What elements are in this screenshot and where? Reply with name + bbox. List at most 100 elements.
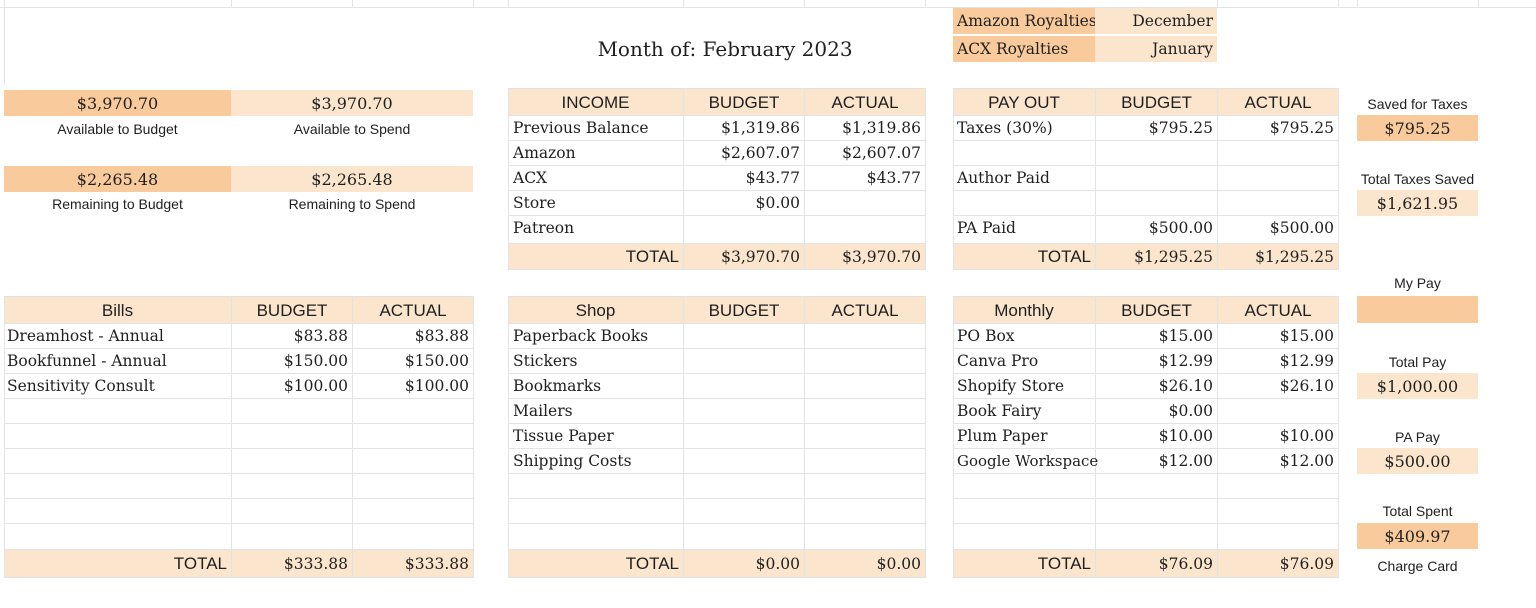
monthly-header-actual[interactable]: ACTUAL: [1218, 297, 1338, 324]
monthly-total-actual[interactable]: $76.09: [1218, 550, 1338, 577]
bills-total-label[interactable]: TOTAL: [4, 550, 231, 577]
my-pay-value[interactable]: [1357, 296, 1478, 323]
income-row-budget[interactable]: $1,319.86: [684, 116, 804, 140]
payout-total-budget[interactable]: $1,295.25: [1096, 244, 1217, 270]
bills-row-label[interactable]: [4, 424, 231, 448]
monthly-row-budget[interactable]: $12.00: [1096, 449, 1217, 473]
monthly-total-label[interactable]: TOTAL: [953, 550, 1095, 577]
shop-total-budget[interactable]: $0.00: [684, 550, 804, 577]
income-row-actual[interactable]: [805, 216, 925, 240]
bills-row-budget[interactable]: $83.88: [232, 324, 352, 348]
shop-row-label[interactable]: Bookmarks: [508, 374, 683, 398]
payout-row-label[interactable]: Author Paid: [953, 166, 1095, 190]
income-total-budget[interactable]: $3,970.70: [684, 244, 804, 270]
bills-row-label[interactable]: [4, 474, 231, 498]
bills-row-label[interactable]: Dreamhost - Annual: [4, 324, 231, 348]
payout-header-actual[interactable]: ACTUAL: [1218, 89, 1338, 116]
payout-total-label[interactable]: TOTAL: [953, 244, 1095, 270]
bills-row-label[interactable]: [4, 499, 231, 523]
total-taxes-saved-value[interactable]: $1,621.95: [1357, 190, 1478, 216]
remaining-to-budget-value[interactable]: $2,265.48: [4, 166, 231, 192]
payout-header-budget[interactable]: BUDGET: [1096, 89, 1217, 116]
acx-royalties-label[interactable]: ACX Royalties: [953, 36, 1095, 62]
monthly-row-budget[interactable]: $10.00: [1096, 424, 1217, 448]
payout-row-budget[interactable]: [1096, 141, 1217, 165]
remaining-to-spend-value[interactable]: $2,265.48: [231, 166, 473, 192]
income-row-label[interactable]: Store: [508, 191, 683, 215]
income-header-actual[interactable]: ACTUAL: [805, 89, 925, 116]
monthly-header-budget[interactable]: BUDGET: [1096, 297, 1217, 324]
income-total-label[interactable]: TOTAL: [508, 244, 683, 270]
payout-header-label[interactable]: PAY OUT: [953, 89, 1095, 116]
income-row-budget[interactable]: $43.77: [684, 166, 804, 190]
bills-header-actual[interactable]: ACTUAL: [353, 297, 473, 324]
payout-row-label[interactable]: PA Paid: [953, 216, 1095, 240]
income-row-label[interactable]: Previous Balance: [508, 116, 683, 140]
payout-row-actual[interactable]: [1218, 141, 1338, 165]
shop-total-actual[interactable]: $0.00: [805, 550, 925, 577]
pa-pay-value[interactable]: $500.00: [1357, 448, 1478, 474]
monthly-row-label[interactable]: [953, 499, 1095, 523]
monthly-row-actual[interactable]: $15.00: [1218, 324, 1338, 348]
shop-total-label[interactable]: TOTAL: [508, 550, 683, 577]
income-row-label[interactable]: Patreon: [508, 216, 683, 240]
bills-header-label[interactable]: Bills: [4, 297, 231, 324]
shop-row-label[interactable]: Mailers: [508, 399, 683, 423]
bills-row-actual[interactable]: $150.00: [353, 349, 473, 373]
bills-total-actual[interactable]: $333.88: [353, 550, 473, 577]
shop-row-label[interactable]: [508, 499, 683, 523]
monthly-row-actual[interactable]: [1218, 399, 1338, 423]
payout-row-actual[interactable]: [1218, 166, 1338, 190]
payout-row-label[interactable]: Taxes (30%): [953, 116, 1095, 140]
monthly-row-label[interactable]: Canva Pro: [953, 349, 1095, 373]
income-row-actual[interactable]: [805, 191, 925, 215]
monthly-row-label[interactable]: PO Box: [953, 324, 1095, 348]
income-header-label[interactable]: INCOME: [508, 89, 683, 116]
bills-row-label[interactable]: Sensitivity Consult: [4, 374, 231, 398]
bills-row-budget[interactable]: $100.00: [232, 374, 352, 398]
available-to-spend-value[interactable]: $3,970.70: [231, 90, 473, 116]
monthly-row-label[interactable]: Plum Paper: [953, 424, 1095, 448]
monthly-row-label[interactable]: [953, 524, 1095, 548]
income-total-actual[interactable]: $3,970.70: [805, 244, 925, 270]
income-row-actual[interactable]: $43.77: [805, 166, 925, 190]
payout-row-label[interactable]: [953, 141, 1095, 165]
monthly-row-label[interactable]: Shopify Store: [953, 374, 1095, 398]
shop-row-label[interactable]: [508, 474, 683, 498]
payout-row-actual[interactable]: $795.25: [1218, 116, 1338, 140]
income-row-label[interactable]: ACX: [508, 166, 683, 190]
shop-row-label[interactable]: Tissue Paper: [508, 424, 683, 448]
saved-for-taxes-value[interactable]: $795.25: [1357, 115, 1478, 141]
shop-row-label[interactable]: Shipping Costs: [508, 449, 683, 473]
payout-total-actual[interactable]: $1,295.25: [1218, 244, 1338, 270]
bills-row-label[interactable]: [4, 449, 231, 473]
monthly-row-budget[interactable]: $0.00: [1096, 399, 1217, 423]
income-row-actual[interactable]: $1,319.86: [805, 116, 925, 140]
monthly-row-budget[interactable]: $12.99: [1096, 349, 1217, 373]
monthly-total-budget[interactable]: $76.09: [1096, 550, 1217, 577]
shop-header-actual[interactable]: ACTUAL: [805, 297, 925, 324]
monthly-row-actual[interactable]: $10.00: [1218, 424, 1338, 448]
shop-row-label[interactable]: [508, 524, 683, 548]
bills-total-budget[interactable]: $333.88: [232, 550, 352, 577]
bills-row-actual[interactable]: $83.88: [353, 324, 473, 348]
monthly-row-budget[interactable]: $26.10: [1096, 374, 1217, 398]
total-pay-value[interactable]: $1,000.00: [1357, 373, 1478, 399]
monthly-header-label[interactable]: Monthly: [953, 297, 1095, 324]
income-row-budget[interactable]: $2,607.07: [684, 141, 804, 165]
shop-header-budget[interactable]: BUDGET: [684, 297, 804, 324]
bills-row-actual[interactable]: $100.00: [353, 374, 473, 398]
bills-row-label[interactable]: [4, 399, 231, 423]
income-header-budget[interactable]: BUDGET: [684, 89, 804, 116]
payout-row-label[interactable]: [953, 191, 1095, 215]
bills-row-label[interactable]: [4, 524, 231, 548]
amazon-royalties-month[interactable]: December: [1095, 8, 1217, 34]
available-to-budget-value[interactable]: $3,970.70: [4, 90, 231, 116]
monthly-row-label[interactable]: [953, 474, 1095, 498]
monthly-row-actual[interactable]: $26.10: [1218, 374, 1338, 398]
monthly-row-budget[interactable]: $15.00: [1096, 324, 1217, 348]
amazon-royalties-label[interactable]: Amazon Royalties: [953, 8, 1097, 34]
payout-row-actual[interactable]: $500.00: [1218, 216, 1338, 240]
income-row-budget[interactable]: $0.00: [684, 191, 804, 215]
total-spent-value[interactable]: $409.97: [1357, 523, 1478, 549]
